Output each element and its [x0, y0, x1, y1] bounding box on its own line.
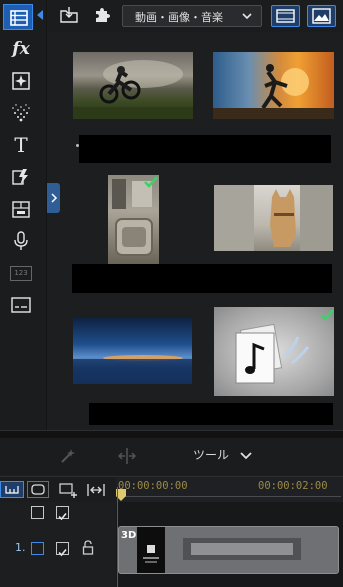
timeline-header: 00:00:00:00 00:00:02:00 — [0, 476, 343, 503]
subtitle-room-button[interactable] — [8, 292, 34, 318]
plugin-button[interactable] — [93, 6, 111, 28]
chevron-right-icon — [50, 193, 57, 203]
clip-3d-tag: 3D — [121, 530, 137, 541]
music-file-image — [235, 323, 310, 384]
track-select-box[interactable] — [31, 506, 44, 519]
clip-title-bar — [183, 538, 301, 560]
title-room-button[interactable]: T — [8, 132, 34, 158]
caption-redaction-2 — [72, 264, 332, 293]
timeline-view-button[interactable] — [0, 481, 24, 498]
track-header-master — [0, 502, 116, 523]
sunset-jumper-image — [213, 64, 334, 119]
particle-room-button[interactable] — [8, 100, 34, 126]
track-enable-checkbox[interactable] — [56, 542, 69, 557]
playhead-line — [117, 487, 118, 587]
media-thumb-music-file[interactable] — [214, 307, 334, 396]
caption-redaction-3 — [89, 403, 333, 425]
film-strip-icon — [10, 10, 28, 26]
chapter-icon — [12, 201, 30, 218]
media-filter-dropdown[interactable]: 動画・画像・音楽 — [122, 5, 262, 27]
storyboard-icon — [31, 484, 45, 495]
fx-icon: fx — [12, 39, 30, 59]
checkmark-icon — [58, 512, 67, 521]
chapter-room-button[interactable] — [8, 196, 34, 222]
tools-menu-label[interactable]: ツール — [193, 446, 229, 463]
thumbnail-view-button[interactable] — [307, 5, 336, 27]
transition-icon — [12, 169, 28, 185]
track-enable-checkbox[interactable] — [56, 506, 69, 521]
selected-check-icon — [144, 176, 158, 188]
caption-redaction-1 — [79, 135, 331, 163]
timecode-start: 00:00:00:00 — [118, 480, 188, 492]
media-library — [48, 32, 343, 430]
motocross-image — [73, 60, 193, 119]
media-room-button[interactable] — [3, 4, 33, 30]
active-room-indicator — [37, 10, 43, 20]
add-track-icon[interactable] — [59, 482, 79, 498]
timeline-clip[interactable]: 3D — [118, 526, 339, 574]
cat-image — [214, 185, 333, 251]
chevron-down-icon[interactable] — [240, 451, 252, 461]
particle-icon — [12, 104, 30, 122]
pip-sparkle-icon — [12, 72, 30, 90]
blue-horizon-image — [73, 355, 192, 384]
track-header-1: 1. — [0, 523, 116, 587]
transition-room-button[interactable] — [8, 164, 34, 190]
clip-thumbnail-image — [143, 545, 159, 563]
room-rail: fx T 123 — [0, 0, 47, 430]
collapse-panel-button[interactable] — [47, 183, 60, 213]
microphone-icon — [14, 231, 28, 250]
fit-timeline-icon[interactable] — [86, 482, 106, 498]
split-clip-icon[interactable] — [117, 447, 137, 465]
lock-icon[interactable] — [82, 540, 94, 555]
media-thumb-sunset-jumper[interactable] — [213, 52, 334, 119]
image-view-icon — [312, 8, 331, 24]
import-media-button[interactable] — [59, 6, 79, 28]
chevron-down-icon — [242, 13, 252, 20]
checkmark-icon — [58, 548, 67, 557]
pip-room-button[interactable] — [8, 68, 34, 94]
time-ruler[interactable]: 00:00:00:00 00:00:02:00 — [116, 477, 343, 503]
timeline-view-icon — [5, 486, 19, 494]
import-folder-icon — [60, 7, 78, 23]
tools-row: ツール — [0, 438, 343, 475]
title-t-icon: T — [14, 133, 28, 157]
selected-check-icon — [320, 309, 334, 321]
timecode-mark: 00:00:02:00 — [258, 480, 328, 492]
plugin-puzzle-icon — [96, 8, 110, 22]
counter-icon: 123 — [10, 265, 32, 281]
track-lane-master[interactable] — [116, 502, 343, 523]
media-thumb-blue-horizon[interactable] — [73, 318, 192, 384]
clip-thumbnail — [137, 527, 165, 573]
panel-splitter[interactable] — [0, 430, 343, 438]
effect-room-button[interactable]: fx — [8, 36, 34, 62]
details-view-button[interactable] — [271, 5, 300, 27]
magic-wand-icon[interactable] — [59, 447, 77, 465]
library-toolbar: 動画・画像・音楽 — [48, 0, 343, 32]
counter-room-button[interactable]: 123 — [8, 260, 34, 286]
media-filter-label: 動画・画像・音楽 — [135, 11, 223, 24]
voice-room-button[interactable] — [8, 228, 34, 254]
subtitle-icon — [11, 297, 31, 313]
track-select-box[interactable] — [31, 542, 44, 555]
storyboard-view-button[interactable] — [27, 481, 49, 498]
clip-title-block — [191, 543, 293, 555]
film-view-icon — [276, 9, 295, 23]
media-thumb-cat[interactable] — [214, 185, 333, 251]
caption-dot — [76, 144, 79, 147]
media-thumb-motocross[interactable] — [73, 52, 193, 119]
track-number: 1. — [15, 541, 26, 554]
